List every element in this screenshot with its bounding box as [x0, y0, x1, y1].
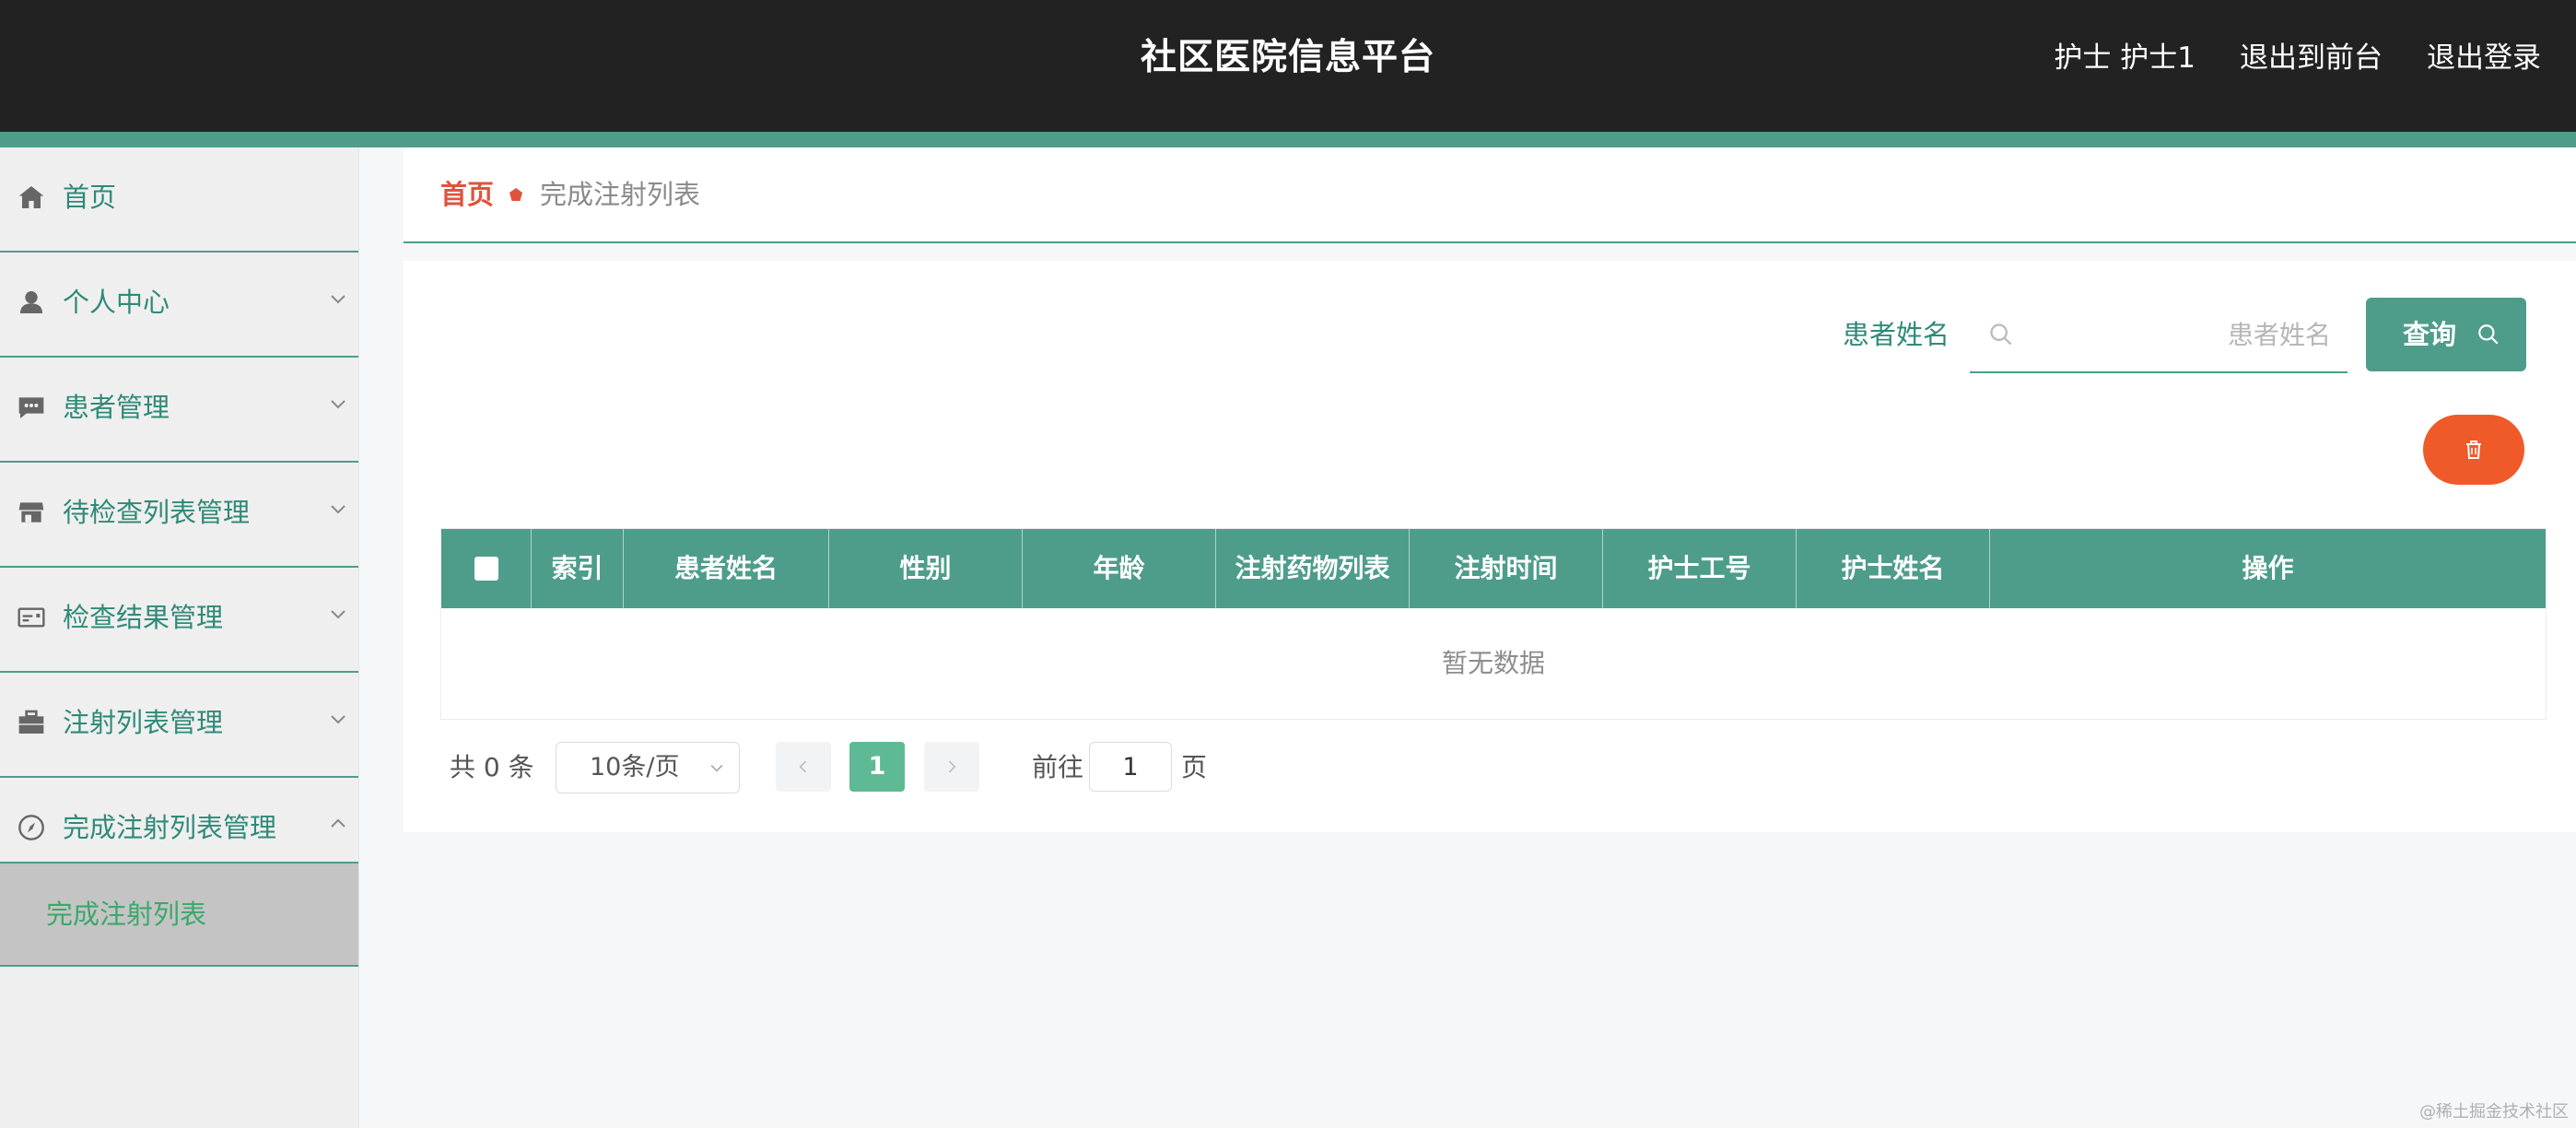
shop-icon [17, 498, 46, 527]
page-size-select[interactable]: 10条/页 [556, 742, 740, 793]
sidebar-item-label: 患者管理 [63, 392, 170, 423]
delete-button[interactable] [2423, 415, 2524, 485]
home-icon [17, 182, 46, 212]
sidebar-item-label: 完成注射列表管理 [63, 812, 277, 843]
table-empty-text: 暂无数据 [1441, 648, 1545, 678]
sidebar-item-label: 待检查列表管理 [63, 497, 251, 528]
search-icon [1988, 322, 2014, 347]
sidebar-item-check-results[interactable]: 检查结果管理 [0, 568, 358, 673]
chevron-down-icon [327, 393, 349, 415]
chevron-left-icon [799, 760, 807, 773]
sidebar-item-label: 注射列表管理 [63, 707, 224, 738]
user-role-link[interactable]: 护士 护士1 [2054, 28, 2195, 88]
chevron-right-icon [948, 760, 956, 773]
trash-icon [2463, 439, 2485, 461]
column-header-patient-name: 患者姓名 [624, 529, 829, 608]
sidebar-subitem-completed-injection-list[interactable]: 完成注射列表 [0, 864, 358, 967]
compass-icon [17, 813, 46, 842]
chevron-up-icon [327, 813, 349, 835]
column-header-actions: 操作 [2242, 553, 2294, 583]
chevron-down-icon [327, 708, 349, 730]
goto-label: 前往 [1032, 752, 1084, 782]
logout-link[interactable]: 退出登录 [2427, 28, 2541, 88]
search-label: 患者姓名 [1843, 319, 1950, 350]
column-header-injection-time: 注射时间 [1410, 529, 1603, 608]
page-number-button[interactable]: 1 [849, 742, 905, 792]
page-size-value: 10条/页 [590, 753, 680, 781]
column-header-nurse-id: 护士工号 [1603, 529, 1797, 608]
sidebar-item-injection-list[interactable]: 注射列表管理 [0, 673, 358, 778]
column-header-nurse-name: 护士姓名 [1797, 529, 1990, 608]
table-header: 索引 患者姓名 性别 年龄 注射药物列表 注射时间 护士工号 护士姓名 操作 [441, 529, 2546, 608]
toolbox-icon [17, 708, 46, 737]
content-panel: 患者姓名 查询 索引 患者姓名 性别 年龄 注射药物列表 注射时间 护士工号 护… [404, 261, 2576, 832]
goto-page-input[interactable] [1089, 742, 1172, 792]
query-button-label: 查询 [2403, 319, 2457, 350]
page-unit-label: 页 [1181, 752, 1208, 782]
chevron-down-icon [327, 603, 349, 625]
sidebar-item-pending-checks[interactable]: 待检查列表管理 [0, 463, 358, 568]
search-icon [2476, 323, 2500, 347]
patient-name-search-input[interactable] [2025, 298, 2333, 371]
search-box [1970, 298, 2348, 373]
card-icon [17, 603, 46, 632]
prev-page-button[interactable] [776, 742, 831, 792]
chevron-down-icon [327, 288, 349, 310]
exit-to-front-link[interactable]: 退出到前台 [2240, 28, 2383, 88]
completed-injection-table: 索引 患者姓名 性别 年龄 注射药物列表 注射时间 护士工号 护士姓名 操作 暂… [440, 528, 2547, 720]
breadcrumb: 首页 完成注射列表 [404, 147, 2576, 243]
top-links: 护士 护士1 退出到前台 退出登录 [2054, 28, 2541, 88]
watermark: @稀土掘金技术社区 [2419, 1102, 2569, 1122]
select-all-header [441, 529, 532, 608]
sidebar-item-home[interactable]: 首页 [0, 147, 358, 253]
next-page-button[interactable] [924, 742, 979, 792]
breadcrumb-current: 完成注射列表 [540, 179, 701, 210]
sidebar-item-label: 首页 [63, 182, 117, 213]
query-button[interactable]: 查询 [2366, 298, 2526, 371]
column-header-drug-list: 注射药物列表 [1216, 529, 1410, 608]
chevron-down-icon [708, 758, 726, 777]
header-accent-stripe [0, 132, 2576, 147]
select-all-checkbox[interactable] [474, 557, 498, 581]
column-header-gender: 性别 [829, 529, 1023, 608]
top-header: 社区医院信息平台 护士 护士1 退出到前台 退出登录 [0, 0, 2576, 132]
sidebar-item-personal-center[interactable]: 个人中心 [0, 253, 358, 358]
sidebar-item-patient-management[interactable]: 患者管理 [0, 358, 358, 463]
breadcrumb-home[interactable]: 首页 [440, 176, 494, 213]
user-icon [17, 288, 46, 317]
breadcrumb-separator-icon [509, 187, 523, 202]
pagination-total: 共 0 条 [450, 752, 534, 782]
column-header-age: 年龄 [1023, 529, 1216, 608]
chat-icon [17, 393, 46, 422]
chevron-down-icon [327, 498, 349, 520]
sidebar-subitem-label: 完成注射列表 [46, 899, 207, 930]
sidebar-item-label: 个人中心 [63, 287, 170, 318]
column-header-index: 索引 [532, 529, 624, 608]
sidebar-item-label: 检查结果管理 [63, 602, 224, 633]
sidebar: 首页 个人中心 患者管理 待检查列表管理 检查结果管理 注射列表管理 完成注射列… [0, 147, 359, 1128]
sidebar-item-completed-injections[interactable]: 完成注射列表管理 [0, 778, 358, 864]
